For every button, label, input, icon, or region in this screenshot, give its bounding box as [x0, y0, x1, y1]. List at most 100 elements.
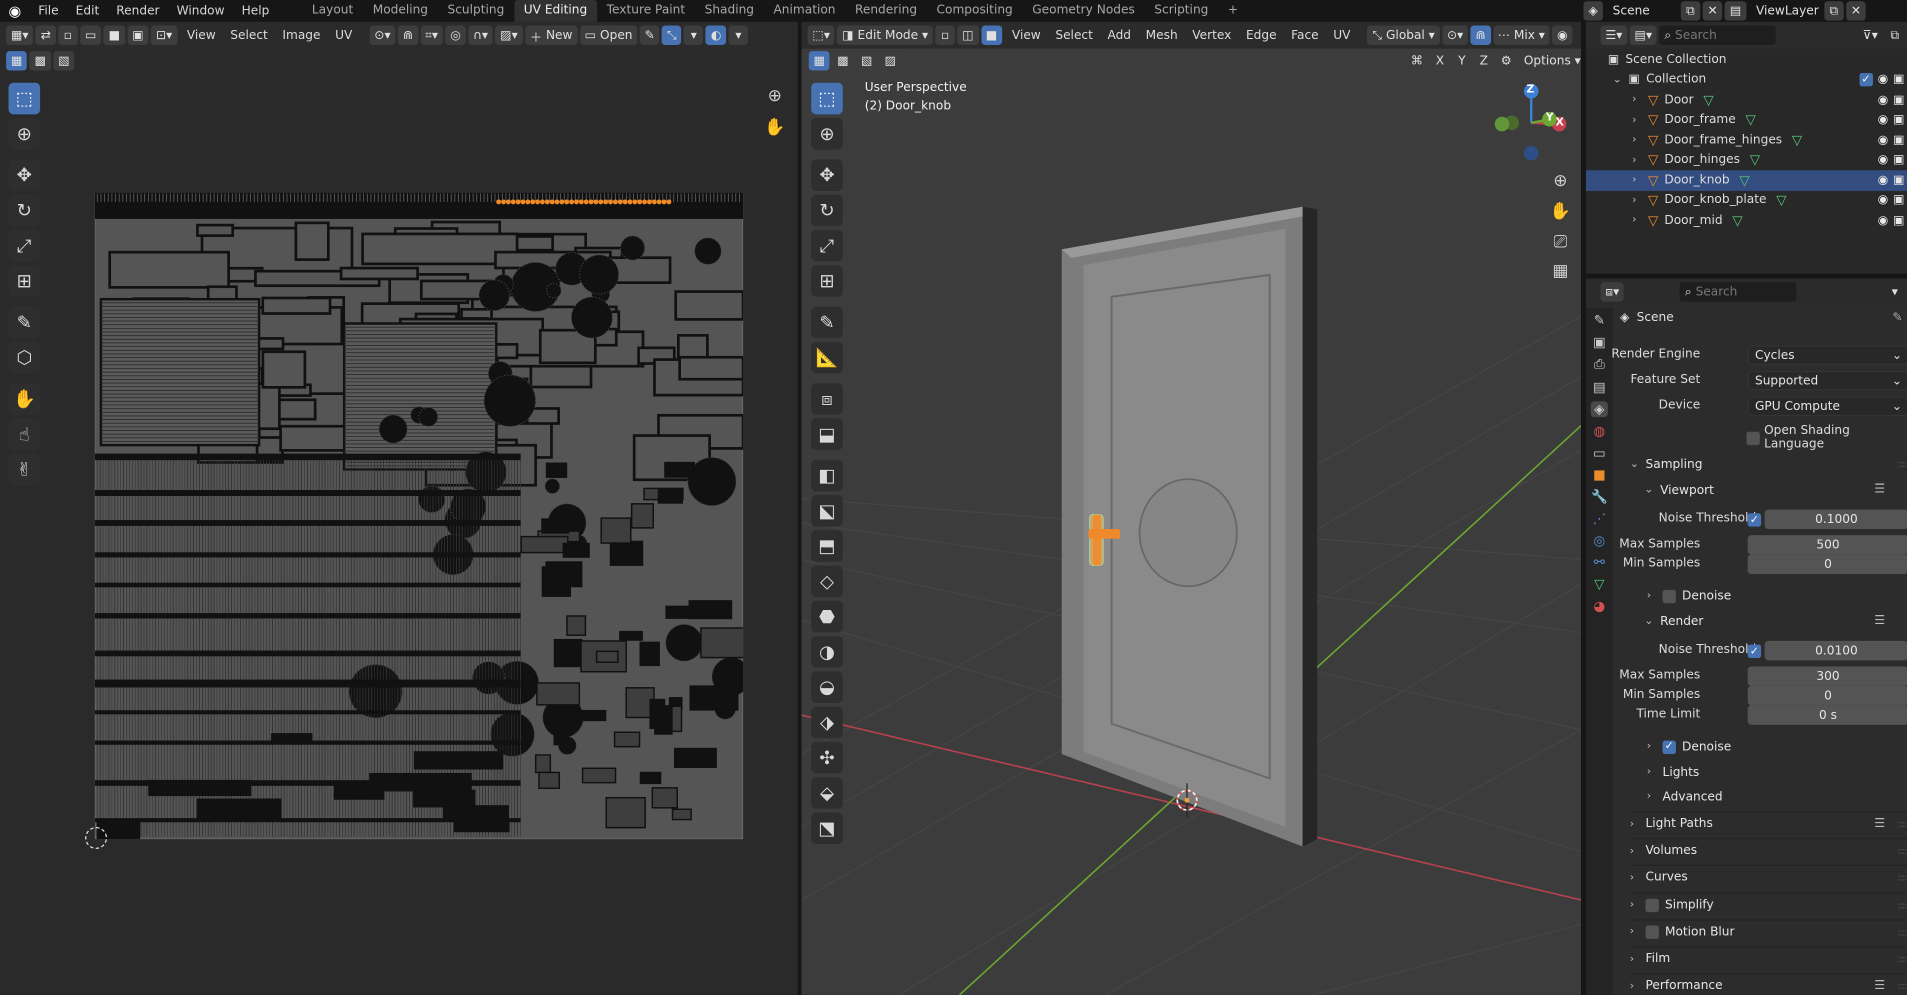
viewlayer-selector-icon[interactable]: ▤	[1725, 1, 1747, 21]
viewlayer-name-field[interactable]: ViewLayer	[1749, 4, 1824, 17]
blender-logo-icon[interactable]: ◉	[0, 2, 30, 19]
tab-modeling[interactable]: Modeling	[363, 0, 438, 22]
render-engine-dropdown[interactable]: Cycles ⌄	[1747, 345, 1907, 365]
vp-max-samples-field[interactable]: 500	[1747, 535, 1907, 555]
scale-tool-icon[interactable]: ⤢	[8, 229, 41, 262]
loop-cut-tool-icon[interactable]: ⬒	[811, 530, 843, 562]
tool-tab-icon[interactable]: ✎	[1594, 313, 1605, 329]
eye-icon[interactable]: ◉	[1878, 113, 1889, 126]
chevron-right-icon[interactable]: ›	[1632, 154, 1642, 166]
outliner-object-row[interactable]: › ▽ Door_knob_plate ▽ ◉ ▣	[1586, 190, 1907, 210]
r-noise-threshold-checkbox[interactable]: ✓	[1747, 644, 1762, 658]
advanced-subpanel-header[interactable]: › Advanced	[1647, 784, 1907, 808]
vp-menu-view[interactable]: View	[1005, 29, 1048, 42]
outliner-search-field[interactable]: ⌕ Search	[1659, 25, 1777, 45]
uv-2d-cursor[interactable]	[85, 827, 108, 849]
chevron-right-icon[interactable]: ›	[1632, 194, 1642, 206]
r-max-samples-field[interactable]: 300	[1747, 666, 1907, 686]
gizmo-dropdown-icon[interactable]: ▾	[684, 25, 704, 45]
pan-hand-icon[interactable]: ✋	[761, 114, 788, 141]
camera-icon[interactable]: ▣	[1893, 214, 1904, 227]
camera-view-icon[interactable]: ⎚	[1547, 229, 1574, 256]
eye-icon[interactable]: ◉	[1878, 73, 1889, 86]
vp-scale-tool-icon[interactable]: ⤢	[811, 229, 843, 262]
poly-build-tool-icon[interactable]: ⬣	[811, 600, 843, 633]
vp-menu-vertex[interactable]: Vertex	[1185, 29, 1239, 42]
menu-render[interactable]: Render	[108, 4, 168, 17]
pin-icon[interactable]: ✎	[639, 25, 660, 45]
scene-collection-row[interactable]: ▣ Scene Collection	[1586, 50, 1907, 70]
vp-denoise-checkbox[interactable]	[1662, 589, 1676, 603]
panel-enable-checkbox[interactable]	[1645, 925, 1659, 939]
viewport-zoom-icon[interactable]: ⊕	[1547, 168, 1574, 195]
snap-element-dropdown[interactable]: ⋯ Mix ▾	[1492, 25, 1550, 45]
modifier-tab-icon[interactable]: 🔧	[1591, 489, 1608, 505]
rip-tool-icon[interactable]: ⬡	[8, 341, 41, 374]
rotate-tool-icon[interactable]: ↻	[8, 194, 41, 227]
tab-sculpting[interactable]: Sculpting	[438, 0, 514, 22]
extrude-region-tool-icon[interactable]: ⬓	[811, 418, 843, 450]
delete-scene-icon[interactable]: ✕	[1702, 1, 1723, 21]
inset-faces-tool-icon[interactable]: ◧	[811, 459, 843, 492]
presets-list-icon[interactable]: ☰	[1874, 483, 1885, 496]
mesh-data-icon[interactable]: ▽	[1732, 213, 1742, 229]
smooth-tool-icon[interactable]: ◒	[811, 671, 843, 703]
presets-list-icon[interactable]: ☰	[1874, 979, 1885, 992]
vp-move-tool-icon[interactable]: ✥	[811, 159, 843, 191]
properties-search-field[interactable]: ⌕ Search	[1680, 282, 1797, 302]
annotate-tool-icon[interactable]: ✎	[8, 306, 41, 339]
uv-select-island-icon[interactable]: ▣	[127, 25, 149, 45]
vp-transform-tool-icon[interactable]: ⊞	[811, 265, 843, 297]
menu-window[interactable]: Window	[168, 4, 233, 17]
menu-help[interactable]: Help	[233, 4, 278, 17]
tab-compositing[interactable]: Compositing	[927, 0, 1023, 22]
render-subpanel-header[interactable]: ⌄ Render ☰	[1644, 609, 1907, 633]
tab-layout[interactable]: Layout	[302, 0, 363, 22]
eye-icon[interactable]: ◉	[1878, 133, 1889, 146]
navigation-gizmo[interactable]: Z X Y	[1492, 83, 1572, 168]
tab-rendering[interactable]: Rendering	[845, 0, 927, 22]
mesh-data-icon[interactable]: ▽	[1703, 92, 1713, 108]
scene-selector-icon[interactable]: ◈	[1583, 1, 1603, 21]
panel-enable-checkbox[interactable]	[1645, 898, 1659, 912]
scene-name-field[interactable]: Scene	[1605, 4, 1680, 17]
material-tab-icon[interactable]: ◕	[1593, 598, 1605, 614]
transform-orientation-dropdown[interactable]: ⤡ Global ▾	[1367, 25, 1440, 45]
panel-header-simplify[interactable]: › Simplify::::	[1629, 892, 1907, 916]
relax-tool-icon[interactable]: ☝	[8, 418, 41, 450]
edge-select-icon[interactable]: ◫	[957, 25, 979, 45]
overlay-dropdown-icon[interactable]: ▾	[728, 25, 749, 45]
uv-select-edge-icon[interactable]: ▭	[80, 25, 102, 45]
properties-editor-type-icon[interactable]: ⧈▾	[1600, 282, 1625, 302]
editor-type-icon[interactable]: ▦▾	[6, 25, 34, 45]
device-dropdown[interactable]: GPU Compute ⌄	[1747, 396, 1907, 416]
shear-tool-icon[interactable]: ⬙	[811, 777, 843, 809]
grab-tool-icon[interactable]: ✋	[8, 383, 41, 415]
snap-target-icon[interactable]: ⌗▾	[420, 25, 443, 45]
mesh-data-icon[interactable]: ▽	[1745, 112, 1755, 128]
select-box-tool-icon[interactable]: ⬚	[8, 82, 41, 115]
delete-viewlayer-icon[interactable]: ✕	[1846, 1, 1866, 21]
vp-denoise-subpanel-header[interactable]: › Denoise	[1647, 584, 1907, 608]
collection-tab-icon[interactable]: ▭	[1593, 445, 1606, 461]
pivot-icon[interactable]: ⊙▾	[369, 25, 396, 45]
presets-list-icon[interactable]: ☰	[1874, 614, 1885, 627]
vp-menu-mesh[interactable]: Mesh	[1138, 29, 1185, 42]
object-tab-icon[interactable]: ■	[1593, 467, 1606, 483]
r-noise-threshold-field[interactable]: 0.0100	[1764, 640, 1907, 661]
knife-tool-icon[interactable]: ◇	[811, 565, 843, 598]
collection-row[interactable]: ⌄ ▣ Collection ✓ ◉ ▣	[1586, 70, 1907, 90]
mesh-data-icon[interactable]: ▽	[1750, 152, 1760, 168]
viewport-editor-type-icon[interactable]: ⬚▾	[807, 25, 835, 45]
pin-context-icon[interactable]: ✎	[1892, 311, 1902, 324]
filter-icon[interactable]: ⊽▾	[1858, 26, 1883, 45]
proportional-edit-icon[interactable]: ◎	[445, 25, 466, 45]
mesh-data-icon[interactable]: ▽	[1776, 192, 1786, 208]
collection-exclude-checkbox[interactable]: ✓	[1859, 73, 1873, 87]
vp-cursor-tool-icon[interactable]: ⊕	[811, 117, 843, 150]
tab-geometry-nodes[interactable]: Geometry Nodes	[1023, 0, 1145, 22]
feature-set-dropdown[interactable]: Supported ⌄	[1747, 370, 1907, 391]
uv-layout-canvas[interactable]	[94, 192, 744, 840]
outliner-editor-type-icon[interactable]: ☰▾	[1600, 25, 1628, 45]
transform-tool-icon[interactable]: ⊞	[8, 265, 41, 297]
